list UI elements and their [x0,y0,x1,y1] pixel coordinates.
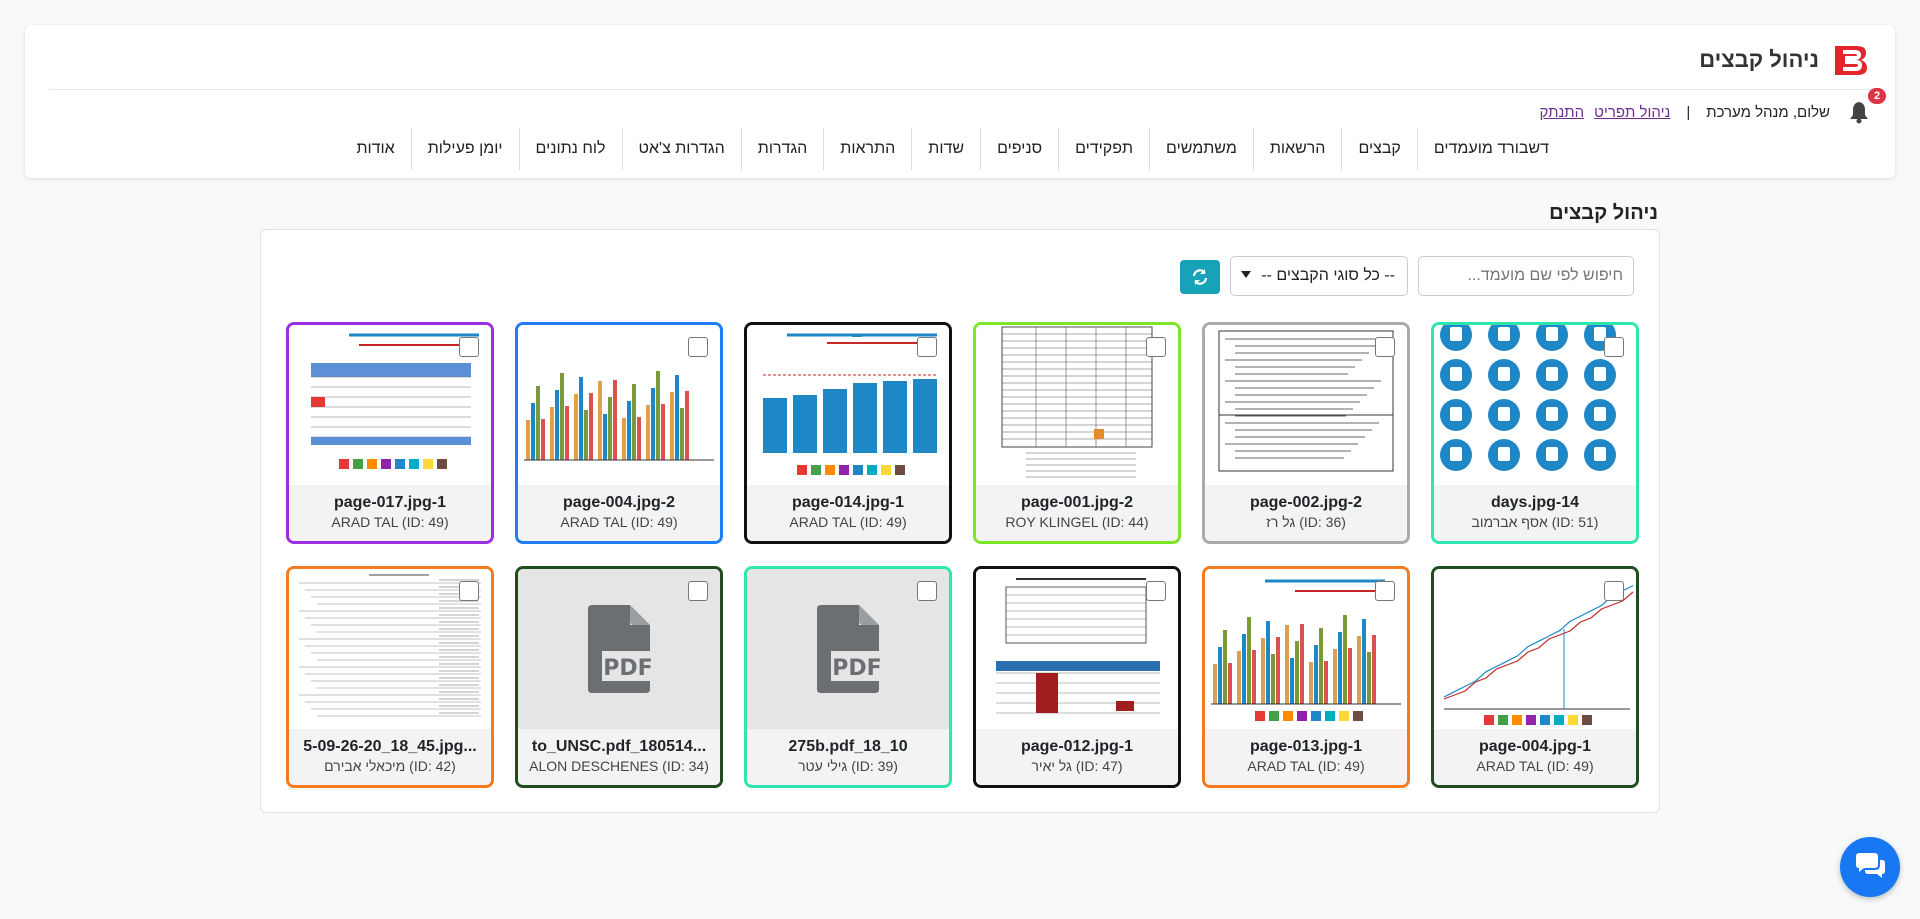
nav-roles[interactable]: תפקידים [1058,128,1149,170]
file-owner: ARAD TAL (ID: 49) [331,514,449,530]
file-owner: ROY KLINGEL (ID: 44) [1005,514,1149,530]
select-checkbox[interactable] [1146,337,1166,357]
nav-candidates-dashboard[interactable]: דשבורד מועמדים [1416,128,1565,170]
file-caption: page-017.jpg-1 ARAD TAL (ID: 49) [289,485,491,541]
page-title: ניהול קבצים [1549,202,1658,224]
file-name: page-002.jpg-2 [1249,494,1363,511]
file-card[interactable]: page-002.jpg-2 גל רז (ID: 36) [1202,322,1410,544]
file-card[interactable]: page-004.jpg-2 ARAD TAL (ID: 49) [515,322,723,544]
bell-icon [1850,102,1868,124]
file-name: page-013.jpg-1 [1249,738,1363,755]
notifications-button[interactable]: 2 [1846,88,1886,124]
chat-button[interactable] [1840,837,1900,897]
file-card[interactable]: days.jpg-14 אסף אברמוב (ID: 51) [1431,322,1639,544]
file-caption: days.jpg-14 אסף אברמוב (ID: 51) [1434,485,1636,541]
nav-permissions[interactable]: הרשאות [1252,128,1342,170]
file-name: page-014.jpg-1 [791,494,905,511]
file-caption: page-012.jpg-1 גל יאיר (ID: 47) [976,729,1178,785]
file-caption: 5-09-26-20_18_45.jpg... מיכאלי אבירם (ID:… [289,729,491,785]
file-card[interactable]: page-017.jpg-1 ARAD TAL (ID: 49) [286,322,494,544]
pdf-label: PDF [832,656,881,681]
file-card[interactable]: page-013.jpg-1 ARAD TAL (ID: 49) [1202,566,1410,788]
file-name: days.jpg-14 [1490,494,1580,511]
file-card[interactable]: PDF to_UNSC.pdf_180514... ALON DESCHENES (… [515,566,723,788]
file-type-selected: -- כל סוגי הקבצים -- [1261,267,1395,284]
file-caption: page-013.jpg-1 ARAD TAL (ID: 49) [1205,729,1407,785]
select-checkbox[interactable] [688,337,708,357]
pdf-label: PDF [603,656,652,681]
file-card[interactable]: 5-09-26-20_18_45.jpg... מיכאלי אבירם (ID:… [286,566,494,788]
caret-down-icon [1241,271,1251,278]
nav-files[interactable]: קבצים [1341,128,1416,170]
app-title: ניהול קבצים [1699,47,1819,72]
select-checkbox[interactable] [1604,581,1624,601]
file-caption: page-004.jpg-1 ARAD TAL (ID: 49) [1434,729,1636,785]
file-owner: ARAD TAL (ID: 49) [560,514,678,530]
file-owner: ARAD TAL (ID: 49) [1476,758,1594,774]
separator: | [1686,103,1691,121]
file-caption: 275b.pdf_18_10 גילי עטר (ID: 39) [747,729,949,785]
file-card[interactable]: PDF 275b.pdf_18_10 גילי עטר (ID: 39) [744,566,952,788]
file-owner: ALON DESCHENES (ID: 34) [529,758,709,774]
nav-fields[interactable]: שדות [911,128,980,170]
file-owner: מיכאלי אבירם (ID: 42) [324,758,456,774]
notification-badge: 2 [1868,88,1886,104]
nav-branches[interactable]: סניפים [980,128,1058,170]
nav-settings[interactable]: הגדרות [740,128,824,170]
file-name: page-004.jpg-1 [1478,738,1592,755]
nav-activity-log[interactable]: יומן פעילות [410,128,519,170]
nav-data-board[interactable]: לוח נתונים [518,128,622,170]
nav-users[interactable]: משתמשים [1149,128,1253,170]
nav-about[interactable]: אודות [340,128,410,170]
select-checkbox[interactable] [917,581,937,601]
select-checkbox[interactable] [1375,337,1395,357]
top-header: ניהול קבצים 2 שלום, מנהל מערכת | ניהול ת… [25,25,1895,178]
search-input[interactable] [1418,256,1634,296]
file-name: page-004.jpg-2 [562,494,676,511]
refresh-icon [1192,269,1208,285]
file-caption: page-004.jpg-2 ARAD TAL (ID: 49) [518,485,720,541]
file-caption: page-001.jpg-2 ROY KLINGEL (ID: 44) [976,485,1178,541]
files-panel: -- כל סוגי הקבצים -- days.jpg-14 אסף אברמ… [260,229,1660,813]
logout-link[interactable]: התנתק [1540,104,1585,121]
file-type-select[interactable]: -- כל סוגי הקבצים -- [1230,256,1408,296]
file-caption: to_UNSC.pdf_180514... ALON DESCHENES (ID:… [518,729,720,785]
nav-alerts[interactable]: התראות [823,128,911,170]
select-checkbox[interactable] [1375,581,1395,601]
file-name: page-001.jpg-2 [1020,494,1134,511]
file-owner: אסף אברמוב (ID: 51) [1471,514,1599,530]
header-divider [49,89,1871,90]
select-checkbox[interactable] [459,581,479,601]
select-checkbox[interactable] [917,337,937,357]
brand-logo[interactable] [1831,43,1869,77]
file-card[interactable]: page-012.jpg-1 גל יאיר (ID: 47) [973,566,1181,788]
file-card[interactable]: page-004.jpg-1 ARAD TAL (ID: 49) [1431,566,1639,788]
file-owner: גל רז (ID: 36) [1266,514,1346,530]
main-nav: דשבורד מועמדים קבצים הרשאות משתמשים תפקי… [340,128,1565,170]
file-caption: page-014.jpg-1 ARAD TAL (ID: 49) [747,485,949,541]
file-name: 275b.pdf_18_10 [788,738,908,755]
file-owner: ARAD TAL (ID: 49) [789,514,907,530]
select-checkbox[interactable] [459,337,479,357]
file-card[interactable]: —page-014.jpg-1ARAD TAL (ID: 49) [744,322,952,544]
greeting-text: שלום, מנהל מערכת [1706,103,1830,121]
file-caption: page-002.jpg-2 גל רז (ID: 36) [1205,485,1407,541]
file-owner: גילי עטר (ID: 39) [798,758,898,774]
chat-icon [1856,853,1885,878]
file-name: 5-09-26-20_18_45.jpg... [303,738,477,755]
file-name: to_UNSC.pdf_180514... [531,738,707,755]
menu-management-link[interactable]: ניהול תפריט [1594,104,1670,121]
select-checkbox[interactable] [688,581,708,601]
file-name: page-017.jpg-1 [333,494,447,511]
refresh-button[interactable] [1180,260,1220,294]
file-owner: ARAD TAL (ID: 49) [1247,758,1365,774]
file-owner: גל יאיר (ID: 47) [1031,758,1123,774]
brand: ניהול קבצים [1699,43,1869,77]
nav-chat-settings[interactable]: הגדרות צ'אט [621,128,741,170]
file-name: page-012.jpg-1 [1020,738,1134,755]
user-bar: 2 שלום, מנהל מערכת | ניהול תפריט התנתק [1540,88,1886,127]
select-checkbox[interactable] [1604,337,1624,357]
file-card[interactable]: page-001.jpg-2 ROY KLINGEL (ID: 44) [973,322,1181,544]
select-checkbox[interactable] [1146,581,1166,601]
